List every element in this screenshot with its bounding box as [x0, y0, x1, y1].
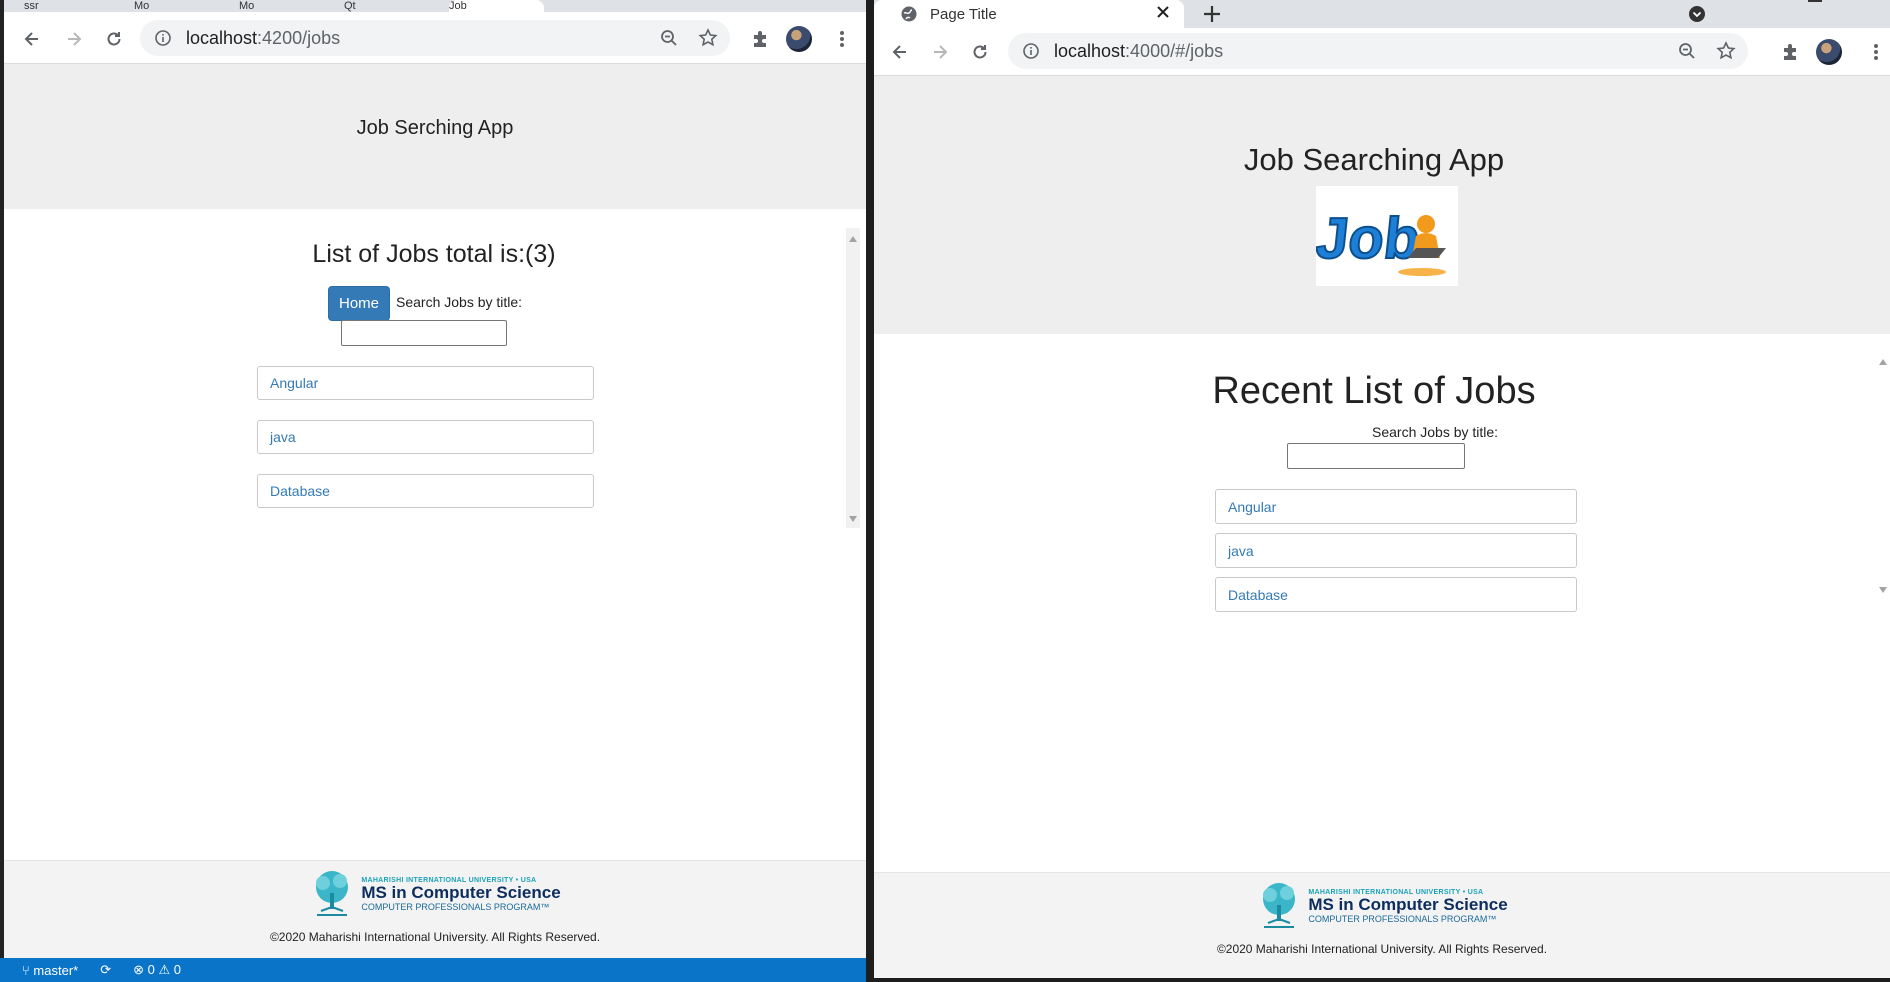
list-heading: Recent List of Jobs — [1212, 370, 1536, 412]
tab-page-title[interactable]: Page Title — [874, 0, 1184, 28]
puzzle-icon[interactable] — [1776, 38, 1804, 66]
job-item-database[interactable]: Database — [1215, 577, 1577, 612]
tab-1[interactable]: ssr — [24, 0, 124, 12]
footer-program: MS in Computer Science — [1308, 894, 1508, 914]
new-tab-icon[interactable] — [1202, 4, 1222, 24]
svg-text:Job: Job — [1316, 206, 1423, 271]
right-tab-strip: Page Title — [874, 0, 1890, 28]
tab-4[interactable]: Qt — [344, 0, 434, 12]
footer: MAHARISHI INTERNATIONAL UNIVERSITY • USA… — [4, 860, 866, 962]
search-label: Search Jobs by title: — [396, 294, 523, 310]
footer: MAHARISHI INTERNATIONAL UNIVERSITY • USA… — [874, 872, 1890, 978]
right-browser-window: Page Title localhost:4000/#/jobs Job Sea… — [874, 0, 1890, 978]
info-icon[interactable] — [154, 29, 172, 47]
footer-subprogram: COMPUTER PROFESSIONALS PROGRAM™ — [1308, 913, 1497, 924]
footer-copyright: ©2020 Maharishi International University… — [1216, 942, 1548, 956]
job-item-angular[interactable]: Angular — [1215, 489, 1577, 524]
star-icon[interactable] — [698, 28, 718, 48]
university-logo: MAHARISHI INTERNATIONAL UNIVERSITY • USA… — [1256, 881, 1508, 931]
zoom-icon[interactable] — [660, 29, 678, 47]
left-browser-window: ssr Mo Mo Qt Job localhost:4200/jobs Job… — [0, 0, 866, 962]
scroll-up-icon[interactable] — [1879, 359, 1887, 365]
left-page: Job Serching App List of Jobs total is:(… — [4, 64, 866, 962]
url-host: localhost — [1054, 40, 1126, 61]
job-link[interactable]: Angular — [270, 375, 318, 391]
zoom-icon[interactable] — [1678, 42, 1696, 60]
close-icon[interactable] — [1156, 5, 1170, 19]
tab-search-icon[interactable] — [1688, 5, 1706, 23]
search-input[interactable] — [341, 320, 507, 346]
forward-icon[interactable] — [60, 25, 88, 53]
tab-label: Mo — [134, 0, 150, 12]
jobs-image: Job — [1316, 186, 1458, 286]
minimize-icon[interactable] — [1808, 0, 1822, 2]
sync-icon[interactable]: ⟳ — [100, 962, 111, 978]
university-logo: MAHARISHI INTERNATIONAL UNIVERSITY • USA… — [309, 869, 561, 919]
puzzle-icon[interactable] — [746, 25, 774, 53]
header-jumbotron: Job Serching App — [4, 64, 866, 209]
tab-label: Mo — [239, 0, 255, 12]
git-branch[interactable]: ⑂ master* — [22, 963, 78, 978]
menu-icon[interactable] — [1862, 38, 1890, 66]
job-link[interactable]: Angular — [1228, 499, 1276, 515]
tab-2[interactable]: Mo — [134, 0, 224, 12]
job-item-database[interactable]: Database — [257, 474, 594, 508]
right-toolbar: localhost:4000/#/jobs — [874, 28, 1890, 76]
tab-label: Qt — [344, 0, 356, 12]
search-input[interactable] — [1287, 443, 1465, 469]
address-bar[interactable]: localhost:4000/#/jobs — [1008, 33, 1748, 69]
branch-label: master* — [33, 962, 79, 978]
app-title: Job Serching App — [356, 117, 514, 139]
forward-icon[interactable] — [926, 38, 954, 66]
scrollbar[interactable] — [1876, 355, 1890, 595]
left-toolbar: localhost:4200/jobs — [4, 12, 866, 64]
url-path: :4200/jobs — [257, 27, 341, 48]
job-link[interactable]: java — [1228, 543, 1254, 559]
tree-logo-icon — [1256, 881, 1302, 931]
home-button[interactable]: Home — [328, 286, 390, 321]
profile-avatar[interactable] — [786, 26, 812, 52]
list-heading: List of Jobs total is:(3) — [312, 240, 556, 268]
problems-indicator[interactable]: ⊗ 0 ⚠ 0 — [133, 962, 181, 978]
back-icon[interactable] — [18, 25, 46, 53]
footer-copyright: ©2020 Maharishi International University… — [269, 930, 601, 944]
scroll-down-icon[interactable] — [1879, 587, 1887, 593]
tab-label: Job — [449, 0, 467, 12]
job-item-java[interactable]: java — [257, 420, 594, 454]
editor-status-bar: ⑂ master* ⟳ ⊗ 0 ⚠ 0 — [0, 958, 866, 982]
url-path: :4000/#/jobs — [1125, 40, 1224, 61]
scrollbar[interactable] — [846, 228, 860, 528]
job-item-angular[interactable]: Angular — [257, 366, 594, 400]
job-link[interactable]: Database — [270, 483, 330, 499]
profile-avatar[interactable] — [1816, 39, 1842, 65]
left-tab-strip: ssr Mo Mo Qt Job — [4, 0, 866, 12]
url-host: localhost — [186, 27, 258, 48]
job-link[interactable]: Database — [1228, 587, 1288, 603]
tab-label: ssr — [24, 0, 39, 12]
app-title: Job Searching App — [1243, 142, 1505, 177]
footer-subprogram: COMPUTER PROFESSIONALS PROGRAM™ — [361, 901, 550, 912]
globe-icon — [900, 5, 918, 23]
tab-title: Page Title — [930, 5, 997, 23]
job-item-java[interactable]: java — [1215, 533, 1577, 568]
star-icon[interactable] — [1716, 41, 1736, 61]
reload-icon[interactable] — [966, 38, 994, 66]
search-label: Search Jobs by title: — [1372, 424, 1499, 440]
info-icon[interactable] — [1022, 42, 1040, 60]
url-text: localhost:4200/jobs — [186, 28, 340, 49]
scroll-down-icon[interactable] — [849, 516, 857, 522]
tab-3[interactable]: Mo — [239, 0, 329, 12]
address-bar[interactable]: localhost:4200/jobs — [140, 20, 730, 56]
header-jumbotron: Job Searching App Job — [874, 76, 1890, 334]
reload-icon[interactable] — [100, 25, 128, 53]
job-link[interactable]: java — [270, 429, 296, 445]
tab-5-active[interactable]: Job — [449, 0, 544, 12]
right-page: Job Searching App Job Recent List of Job… — [874, 76, 1890, 978]
url-text: localhost:4000/#/jobs — [1054, 41, 1223, 62]
menu-icon[interactable] — [828, 25, 856, 53]
footer-program: MS in Computer Science — [361, 882, 561, 902]
back-icon[interactable] — [886, 38, 914, 66]
tree-logo-icon — [309, 869, 355, 919]
window-divider — [866, 0, 874, 982]
